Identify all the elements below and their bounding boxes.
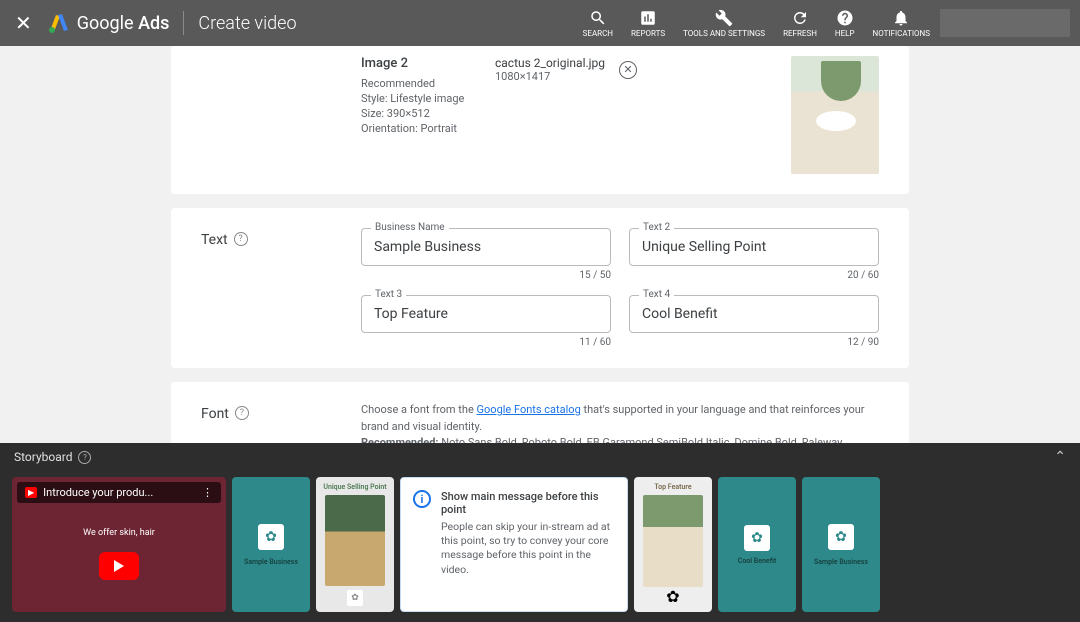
text4-input[interactable]	[629, 295, 879, 333]
remove-image-icon[interactable]: ✕	[619, 61, 637, 79]
info-icon: i	[413, 490, 431, 508]
leaf-icon: ✿	[347, 590, 363, 606]
ads-logo-icon	[47, 11, 71, 35]
header-tools: SEARCH REPORTS TOOLS AND SETTINGS REFRES…	[583, 9, 930, 38]
section-label-text: Text	[201, 232, 228, 248]
help-icon[interactable]: ?	[235, 406, 249, 420]
wrench-icon	[715, 9, 733, 27]
reports-icon	[639, 9, 657, 27]
reports-tool[interactable]: REPORTS	[631, 9, 665, 38]
storyboard-frame-usp[interactable]: Unique Selling Point ✿	[316, 477, 394, 612]
field-label: Business Name	[371, 222, 449, 233]
text3-input[interactable]	[361, 295, 611, 333]
text2-input[interactable]	[629, 228, 879, 266]
refresh-tool[interactable]: REFRESH	[783, 9, 817, 38]
text2-field-wrap: Text 2 20 / 60	[629, 228, 879, 281]
storyboard-frames: ▶ Introduce your produ... ⋮ We offer ski…	[0, 471, 1080, 622]
play-button-icon[interactable]	[99, 552, 139, 580]
storyboard-frame-benefit[interactable]: ✿ Cool Benefit	[718, 477, 796, 612]
char-counter: 15 / 50	[361, 270, 611, 281]
logo-text: Google Ads	[77, 13, 170, 34]
bell-icon	[892, 9, 910, 27]
help-icon[interactable]: ?	[234, 232, 248, 246]
image-file-info: cactus 2_original.jpg 1080×1417 ✕	[495, 56, 637, 83]
image-filename: cactus 2_original.jpg	[495, 56, 605, 70]
divider	[183, 11, 184, 35]
menu-icon[interactable]: ⋮	[202, 486, 213, 499]
google-ads-logo: Google Ads	[47, 11, 170, 35]
storyboard-frame-business[interactable]: ✿ Sample Business	[232, 477, 310, 612]
leaf-icon: ✿	[828, 524, 854, 550]
char-counter: 12 / 90	[629, 337, 879, 348]
char-counter: 20 / 60	[629, 270, 879, 281]
image-row: Image 2 Recommended Style: Lifestyle ima…	[361, 56, 879, 174]
header-blank	[940, 9, 1070, 37]
page-title: Create video	[198, 13, 296, 34]
app-header: ✕ Google Ads Create video SEARCH REPORTS…	[0, 0, 1080, 46]
leaf-icon: ✿	[258, 524, 284, 550]
leaf-icon: ✿	[744, 525, 770, 551]
leaf-icon: ✿	[666, 587, 679, 606]
storyboard-panel: Storyboard ? ⌃ ▶ Introduce your produ...…	[0, 443, 1080, 622]
help-icon	[836, 9, 854, 27]
business-name-input[interactable]	[361, 228, 611, 266]
text3-field-wrap: Text 3 11 / 60	[361, 295, 611, 348]
storyboard-info-card: i Show main message before this point Pe…	[400, 477, 628, 612]
frame-image	[325, 495, 385, 586]
info-title: Show main message before this point	[441, 490, 615, 516]
info-body: People can skip your in-stream ad at thi…	[441, 520, 615, 577]
business-name-field-wrap: Business Name 15 / 50	[361, 228, 611, 281]
field-label: Text 2	[639, 222, 674, 233]
help-tool[interactable]: HELP	[835, 9, 855, 38]
image-dimensions: 1080×1417	[495, 70, 605, 83]
field-label: Text 4	[639, 289, 674, 300]
text4-field-wrap: Text 4 12 / 90	[629, 295, 879, 348]
yt-badge-icon: ▶	[25, 487, 37, 498]
frame-image	[643, 495, 703, 587]
fonts-catalog-link[interactable]: Google Fonts catalog	[477, 403, 581, 416]
char-counter: 11 / 60	[361, 337, 611, 348]
image-title: Image 2	[361, 56, 475, 71]
notifications-tool[interactable]: NOTIFICATIONS	[873, 9, 930, 38]
text-card: Text ? Business Name 15 / 50 Text 2 20 /…	[171, 208, 909, 368]
storyboard-frame-feature[interactable]: Top Feature ✿	[634, 477, 712, 612]
close-icon[interactable]: ✕	[10, 6, 37, 40]
field-label: Text 3	[371, 289, 406, 300]
image-thumbnail[interactable]	[791, 56, 879, 174]
tools-settings-tool[interactable]: TOOLS AND SETTINGS	[683, 9, 765, 38]
image-card: Image 2 Recommended Style: Lifestyle ima…	[171, 46, 909, 194]
storyboard-title: Storyboard	[14, 450, 72, 464]
help-icon[interactable]: ?	[78, 451, 91, 464]
section-label-font: Font	[201, 406, 229, 422]
image-recommendations: Recommended Style: Lifestyle image Size:…	[361, 77, 475, 136]
video-preview-frame[interactable]: ▶ Introduce your produ... ⋮ We offer ski…	[12, 477, 226, 612]
collapse-chevron-icon[interactable]: ⌃	[1054, 449, 1066, 465]
storyboard-header: Storyboard ? ⌃	[0, 443, 1080, 471]
youtube-title-bar: ▶ Introduce your produ... ⋮	[17, 482, 221, 503]
storyboard-frame-business-end[interactable]: ✿ Sample Business	[802, 477, 880, 612]
search-tool[interactable]: SEARCH	[583, 9, 613, 38]
refresh-icon	[791, 9, 809, 27]
search-icon	[589, 9, 607, 27]
